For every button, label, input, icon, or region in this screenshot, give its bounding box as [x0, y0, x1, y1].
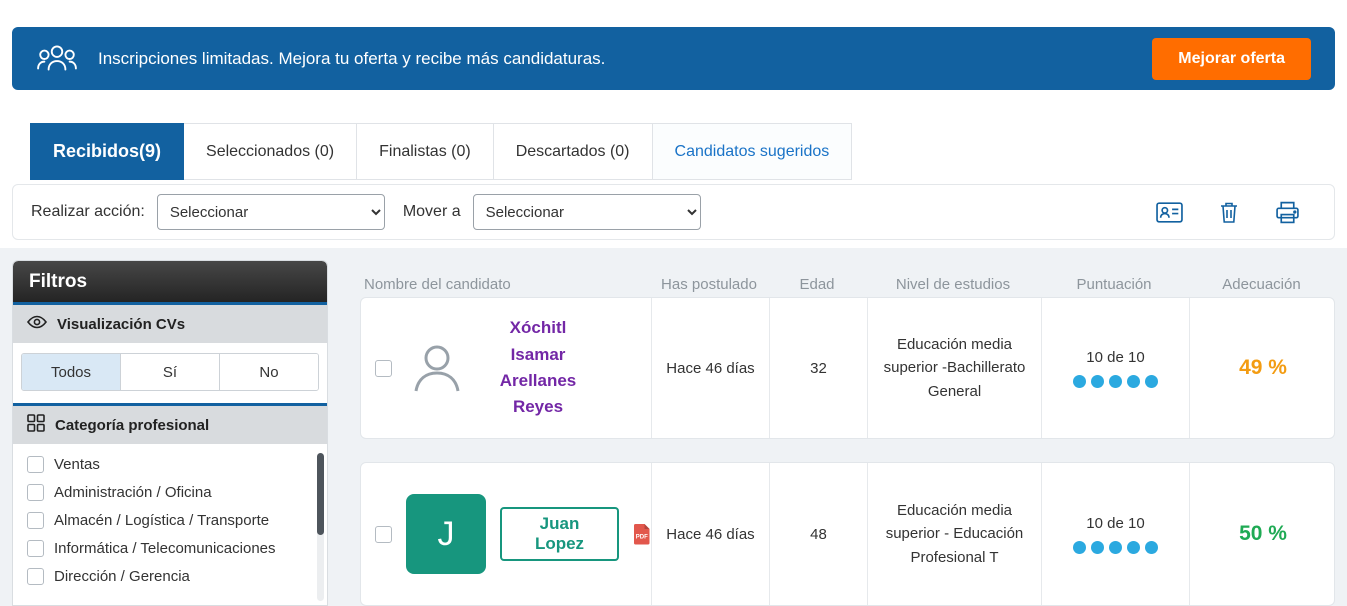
score-cell: 10 de 10 [1041, 298, 1189, 438]
filters-title: Filtros [13, 261, 327, 305]
candidate-name-link[interactable]: Juan Lopez [500, 507, 619, 562]
candidates-page: Inscripciones limitadas. Mejora tu ofert… [0, 0, 1347, 606]
category-label-almacen: Almacén / Logística / Transporte [54, 512, 269, 529]
cv-visualization-label: Visualización CVs [57, 316, 185, 333]
action-bar: Realizar acción: Seleccionar Mover a Sel… [12, 184, 1335, 240]
category-label-administracion: Administración / Oficina [54, 484, 212, 501]
category-checkbox-almacen[interactable] [27, 512, 44, 529]
category-item-informatica[interactable]: Informática / Telecomunicaciones [27, 540, 313, 557]
toggle-no[interactable]: No [219, 354, 318, 390]
match-cell: 50 % [1189, 463, 1336, 605]
candidate-name-cell: J Juan Lopez PDF [361, 463, 651, 605]
candidate-row-checkbox[interactable] [375, 526, 392, 543]
applied-cell: Hace 46 días [651, 463, 769, 605]
match-percentage: 49 % [1239, 356, 1287, 380]
score-dot [1127, 375, 1140, 388]
column-header-score: Puntuación [1040, 276, 1188, 293]
column-header-age: Edad [768, 276, 866, 293]
pdf-icon[interactable]: PDF [633, 523, 651, 545]
score-dot [1109, 375, 1122, 388]
score-dot [1145, 541, 1158, 554]
contact-card-icon[interactable] [1156, 201, 1183, 224]
tab-finalistas[interactable]: Finalistas (0) [357, 123, 494, 180]
age-cell: 32 [769, 298, 867, 438]
cv-visualization-toggle: Todos Sí No [13, 343, 327, 406]
category-checkbox-list: Ventas Administración / Oficina Almacén … [13, 444, 327, 597]
education-cell: Educación media superior - Educación Pro… [867, 463, 1041, 605]
tab-candidatos-sugeridos[interactable]: Candidatos sugeridos [653, 123, 853, 180]
match-percentage: 50 % [1239, 522, 1287, 546]
column-header-match: Adecuación [1188, 276, 1335, 293]
category-label-informatica: Informática / Telecomunicaciones [54, 540, 276, 557]
column-header-education: Nivel de estudios [866, 276, 1040, 293]
applied-cell: Hace 46 días [651, 298, 769, 438]
score-dot [1091, 541, 1104, 554]
filters-sidebar: Filtros Visualización CVs Todos Sí No [12, 260, 328, 606]
category-item-administracion[interactable]: Administración / Oficina [27, 484, 313, 501]
professional-category-section[interactable]: Categoría profesional [13, 406, 327, 444]
delete-icon[interactable] [1219, 201, 1239, 224]
cv-visualization-segmented-control: Todos Sí No [21, 353, 319, 391]
improve-offer-button[interactable]: Mejorar oferta [1152, 38, 1311, 80]
age-cell: 48 [769, 463, 867, 605]
promo-banner: Inscripciones limitadas. Mejora tu ofert… [12, 27, 1335, 90]
move-label: Mover a [403, 203, 461, 221]
candidates-table-header: Nombre del candidato Has postulado Edad … [360, 276, 1335, 293]
category-checkbox-ventas[interactable] [27, 456, 44, 473]
sidebar-scrollbar-thumb[interactable] [317, 453, 324, 535]
toggle-todos[interactable]: Todos [22, 354, 120, 390]
candidate-initial-avatar: J [406, 494, 486, 574]
eye-icon [27, 315, 47, 333]
score-dot [1127, 541, 1140, 554]
category-label-ventas: Ventas [54, 456, 100, 473]
action-label: Realizar acción: [31, 203, 145, 221]
score-cell: 10 de 10 [1041, 463, 1189, 605]
tab-seleccionados[interactable]: Seleccionados (0) [184, 123, 357, 180]
candidate-tabs: Recibidos(9) Seleccionados (0) Finalista… [30, 123, 852, 180]
education-cell: Educación media superior -Bachillerato G… [867, 298, 1041, 438]
category-checkbox-direccion[interactable] [27, 568, 44, 585]
promo-banner-text: Inscripciones limitadas. Mejora tu ofert… [98, 49, 605, 69]
column-header-applied: Has postulado [650, 276, 768, 293]
cv-visualization-section[interactable]: Visualización CVs [13, 305, 327, 343]
score-dot [1073, 375, 1086, 388]
print-icon[interactable] [1275, 201, 1300, 224]
score-dot [1073, 541, 1086, 554]
category-item-direccion[interactable]: Dirección / Gerencia [27, 568, 313, 585]
professional-category-label: Categoría profesional [55, 417, 209, 434]
people-group-icon [36, 41, 78, 77]
score-dots [1073, 541, 1158, 554]
candidate-row: J Juan Lopez PDF Hace 46 días 48 Educaci… [360, 462, 1335, 606]
toggle-si[interactable]: Sí [120, 354, 219, 390]
sidebar-scrollbar-track[interactable] [317, 453, 324, 601]
action-bar-icons [1156, 201, 1316, 224]
score-dot [1145, 375, 1158, 388]
candidate-row-checkbox[interactable] [375, 360, 392, 377]
column-header-name: Nombre del candidato [360, 276, 650, 293]
move-select[interactable]: Seleccionar [473, 194, 701, 230]
score-dot [1109, 541, 1122, 554]
category-item-ventas[interactable]: Ventas [27, 456, 313, 473]
action-select[interactable]: Seleccionar [157, 194, 385, 230]
score-text: 10 de 10 [1086, 515, 1144, 532]
score-dot [1091, 375, 1104, 388]
candidate-name-cell: Xóchitl Isamar Arellanes Reyes [361, 298, 651, 438]
tab-recibidos[interactable]: Recibidos(9) [30, 123, 184, 180]
score-text: 10 de 10 [1086, 349, 1144, 366]
match-cell: 49 % [1189, 298, 1336, 438]
category-label-direccion: Dirección / Gerencia [54, 568, 190, 585]
category-item-almacen[interactable]: Almacén / Logística / Transporte [27, 512, 313, 529]
candidate-name-link[interactable]: Xóchitl Isamar Arellanes Reyes [482, 315, 594, 420]
person-avatar-icon [406, 337, 468, 399]
category-checkbox-informatica[interactable] [27, 540, 44, 557]
candidate-row: Xóchitl Isamar Arellanes Reyes Hace 46 d… [360, 297, 1335, 439]
tab-descartados[interactable]: Descartados (0) [494, 123, 653, 180]
category-checkbox-administracion[interactable] [27, 484, 44, 501]
score-dots [1073, 375, 1158, 388]
svg-text:PDF: PDF [636, 535, 648, 541]
grid-icon [27, 414, 45, 436]
